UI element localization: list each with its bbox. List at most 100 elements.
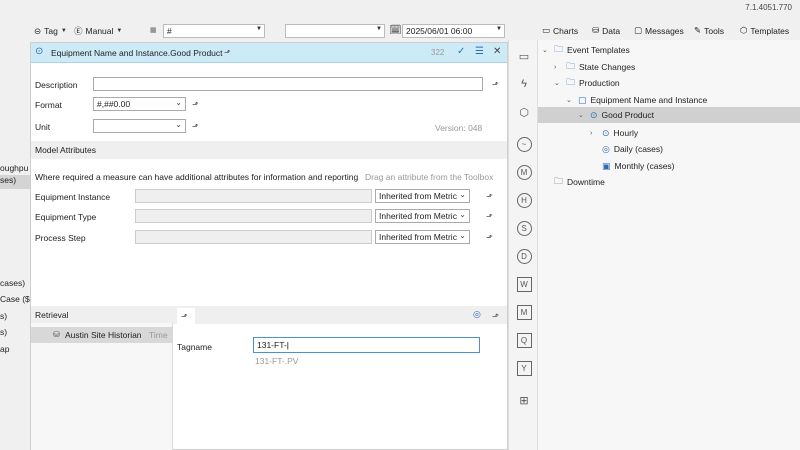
pin-icon[interactable]: ⬏ (492, 80, 499, 89)
tree-node[interactable]: ◎ Daily (cases) (602, 141, 663, 157)
quarter-icon[interactable]: Q (514, 330, 534, 350)
lightning-icon[interactable]: ϟ (514, 74, 534, 94)
tree-node-label: Monthly (cases) (614, 161, 675, 171)
week-icon[interactable]: W (514, 274, 534, 294)
hourly-icon: ⊙ (602, 127, 610, 138)
quarter-letter: Q (516, 332, 532, 348)
attr-name: Equipment Type (35, 212, 97, 222)
pin-icon[interactable]: ⬏ (486, 192, 493, 201)
list-item[interactable]: Case ($ (0, 294, 30, 304)
tree-node[interactable]: › ⊙ Hourly (590, 125, 638, 141)
pin-icon[interactable]: ⬏ (181, 312, 188, 321)
list-item-label: ses) (0, 175, 17, 185)
minute-icon[interactable]: M (514, 162, 534, 182)
manual-button[interactable]: Ⓔ Manual ▼ (74, 24, 122, 38)
pin-icon[interactable]: ⬏ (492, 311, 499, 322)
retrieval-pin-tab[interactable]: ⬏ (177, 308, 195, 324)
chevron-down-icon[interactable]: ⌄ (554, 79, 562, 87)
list-item[interactable]: s) (0, 311, 7, 321)
month-icon[interactable]: M (514, 302, 534, 322)
tab-label: Data (602, 25, 621, 36)
tab-charts[interactable]: ▭ Charts (542, 25, 578, 36)
tagname-suggestion[interactable]: 131-FT-.PV (255, 356, 298, 366)
measure-editor: ⊙ Equipment Name and Instance.Good Produ… (30, 42, 508, 450)
tab-tools[interactable]: ✎ Tools (694, 25, 724, 36)
retrieval-header: Retrieval ◎ ⬏ (31, 306, 507, 324)
day-icon[interactable]: D (514, 246, 534, 266)
attr-mode-dropdown[interactable]: Inherited from Metric ⌄ (375, 230, 470, 244)
pin-icon[interactable]: ⬏ (486, 233, 493, 242)
tree-node[interactable]: ▣ Monthly (cases) (602, 158, 675, 174)
chevron-down-icon[interactable]: ⌄ (542, 46, 550, 54)
retrieval-source-label: Austin Site Historian (65, 330, 142, 340)
attr-mode: Inherited from Metric (379, 232, 457, 242)
chevron-right-icon[interactable]: › (590, 130, 598, 137)
calculator-icon[interactable]: ⊞ (514, 390, 534, 410)
tagname-value: 131-FT- (257, 340, 287, 350)
attr-value-field[interactable] (135, 209, 372, 223)
list-item[interactable]: ap (0, 344, 9, 354)
templates-icon: ⬡ (740, 25, 748, 35)
measure-icon: ⊙ (35, 46, 44, 57)
manual-label: Manual (85, 26, 114, 36)
folder-icon: 🗀 (554, 44, 564, 54)
tree-node-label: Good Product (601, 110, 654, 120)
list-item[interactable]: s) (0, 327, 7, 337)
pin-icon[interactable]: ⬏ (224, 48, 231, 57)
shift-icon[interactable]: S (514, 218, 534, 238)
text-cursor: | (286, 340, 289, 350)
list-item[interactable]: cases) (0, 278, 25, 288)
tree-node-selected[interactable]: ⌄ ⊙ Good Product (578, 107, 654, 123)
attr-name: Equipment Instance (35, 192, 111, 202)
tree-node[interactable]: ⌄ 🗀 Event Templates (542, 42, 630, 58)
cube-icon[interactable]: ⬡ (514, 102, 534, 122)
attr-mode-dropdown[interactable]: Inherited from Metric ⌄ (375, 189, 470, 203)
year-icon[interactable]: Y (514, 358, 534, 378)
close-icon[interactable]: ✕ (493, 46, 501, 57)
day-letter: D (516, 248, 532, 264)
attr-mode: Inherited from Metric (379, 211, 457, 221)
folder-icon: 🗀 (566, 61, 576, 71)
retrieval-source-row[interactable]: ⛁ Austin Site Historian Time (31, 327, 173, 343)
tag-button[interactable]: ⊝ Tag ▼ (34, 24, 67, 38)
tree-node[interactable]: ⌄ 🗀 Production (554, 75, 620, 91)
monthly-icon: ▣ (602, 160, 611, 171)
message-icon: ▢ (634, 25, 643, 35)
hour-icon[interactable]: H (514, 190, 534, 210)
tab-data[interactable]: ⛁ Data (592, 25, 620, 36)
pin-icon[interactable]: ⬏ (192, 100, 199, 109)
unit-dropdown[interactable]: ⌄ (93, 119, 186, 133)
datetime-field[interactable]: 2025/06/01 06:00 ▼ (402, 24, 505, 38)
target-icon[interactable]: ◎ (473, 309, 481, 320)
pin-icon[interactable]: ⬏ (486, 212, 493, 221)
pin-icon[interactable]: ⬏ (192, 122, 199, 131)
tab-messages[interactable]: ▢ Messages (634, 25, 684, 36)
trend-icon[interactable]: ~ (514, 134, 534, 154)
attr-value-field[interactable] (135, 189, 372, 203)
description-field[interactable] (93, 77, 483, 91)
toolbar: ⊝ Tag ▼ Ⓔ Manual ▼ ▦ # ▼ ▼ 🗓 2025/06/01 … (30, 22, 508, 40)
chevron-down-icon[interactable]: ⌄ (566, 96, 574, 104)
tab-templates[interactable]: ⬡ Templates (740, 25, 789, 36)
second-dropdown[interactable]: ▼ (285, 24, 385, 38)
format-dropdown[interactable]: #,##0.00 ⌄ (93, 97, 186, 111)
folder-icon: 🗀 (566, 77, 576, 87)
check-icon[interactable]: ✓ (457, 46, 465, 57)
datetime-dropdown-icon[interactable]: ▼ (496, 26, 502, 32)
box-icon[interactable]: ▭ (514, 46, 534, 66)
chevron-down-icon[interactable]: ⌄ (578, 111, 586, 119)
list-item-selected[interactable]: ses) (0, 175, 30, 189)
tagname-input[interactable]: 131-FT-| (253, 337, 480, 353)
chevron-down-icon: ⌄ (175, 120, 182, 129)
tree-view-icon[interactable]: ☰ (475, 46, 484, 57)
tree-node[interactable]: › 🗀 State Changes (554, 59, 635, 75)
description-label: Description (35, 80, 78, 90)
list-item[interactable]: oughpu (0, 163, 28, 173)
filter-dropdown[interactable]: # ▼ (163, 24, 265, 38)
chevron-right-icon[interactable]: › (554, 64, 562, 71)
attr-value-field[interactable] (135, 230, 372, 244)
editor-title: Equipment Name and Instance.Good Product (51, 48, 223, 58)
tree-node[interactable]: ⌄ ▢ Equipment Name and Instance (566, 92, 707, 108)
tree-node[interactable]: 🗀 Downtime (554, 174, 605, 190)
attr-mode-dropdown[interactable]: Inherited from Metric ⌄ (375, 209, 470, 223)
